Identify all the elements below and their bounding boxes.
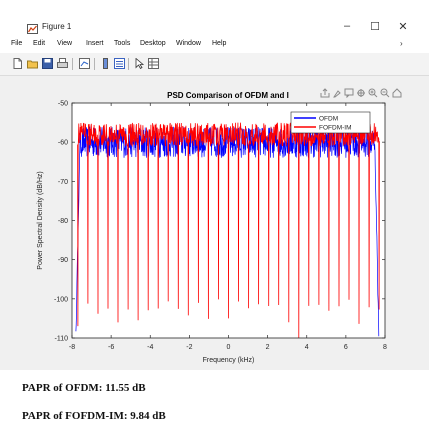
x-axis-label: Frequency (kHz) — [203, 357, 255, 364]
x-tick-label: 6 — [344, 344, 348, 351]
y-tick-label: -60 — [58, 140, 68, 147]
papr-fofdm-im-text: PAPR of FOFDM-IM: 9.84 dB — [22, 410, 166, 422]
psd-chart: -8 -6 -4 -2 0 2 4 6 8 -50 -60 -70 -80 -90 -100 -110 Freq… — [37, 91, 387, 364]
x-tick-label: 0 — [227, 344, 231, 351]
y-tick-label: -80 — [58, 218, 68, 225]
y-tick-label: -70 — [58, 179, 68, 186]
legend-label: FOFDM-IM — [319, 125, 352, 132]
legend-label: OFDM — [319, 116, 338, 123]
x-tick-label: -6 — [108, 344, 114, 351]
y-tick-label: -100 — [54, 296, 68, 303]
x-tick-label: -4 — [147, 344, 153, 351]
x-tick-label: 2 — [266, 344, 270, 351]
x-tick-label: 8 — [383, 344, 387, 351]
y-tick-label: -50 — [58, 101, 68, 108]
figure-window: Figure 1 – ☐ ✕ File Edit View Insert Too… — [0, 0, 429, 370]
x-tick-label: -2 — [186, 344, 192, 351]
papr-ofdm-text: PAPR of OFDM: 11.55 dB — [22, 382, 146, 394]
y-tick-label: -110 — [55, 336, 69, 343]
x-tick-label: -8 — [69, 344, 75, 351]
y-axis-label: Power Spectral Density (dB/Hz) — [37, 171, 44, 269]
chart-title: PSD Comparison of OFDM and I — [167, 91, 289, 100]
x-tick-label: 4 — [305, 344, 309, 351]
y-tick-label: -90 — [58, 257, 68, 264]
